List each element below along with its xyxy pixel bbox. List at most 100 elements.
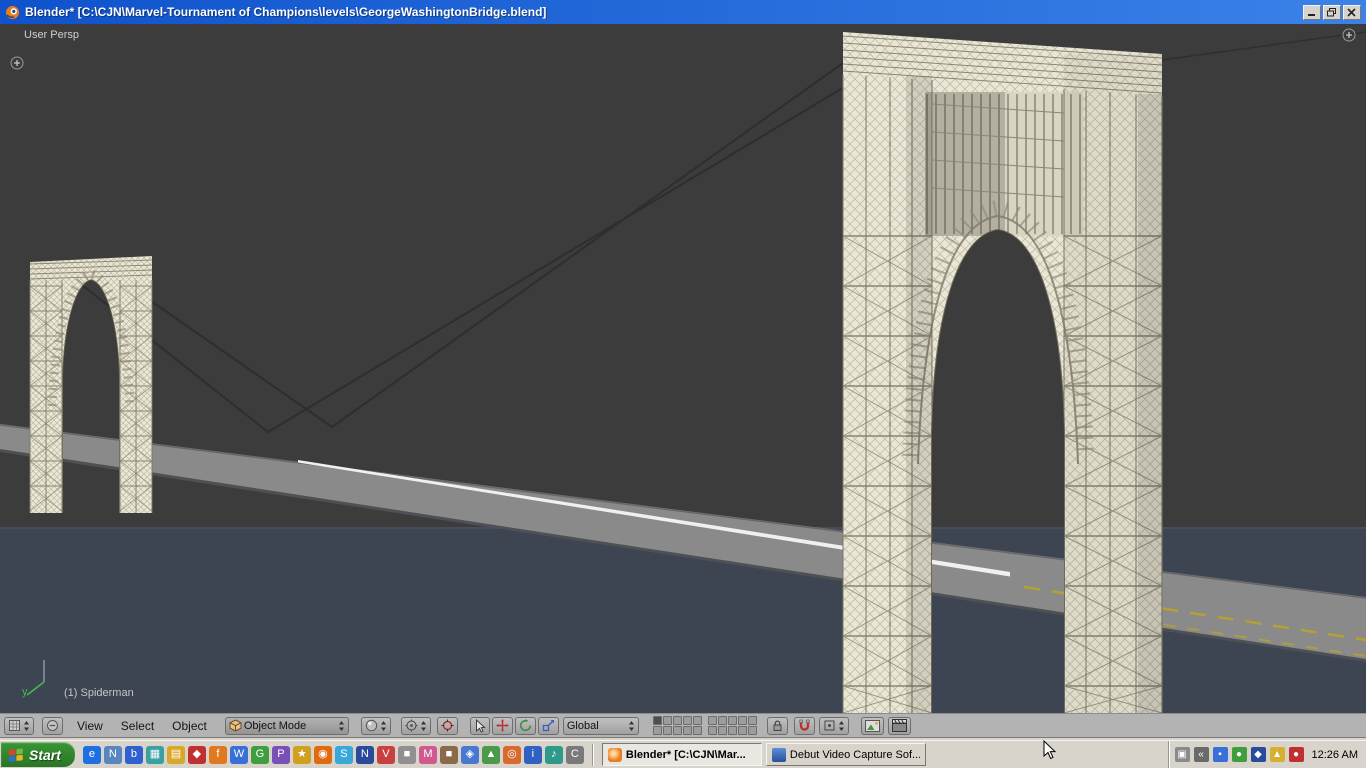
menu-select[interactable]: Select bbox=[119, 719, 156, 733]
bridge-tower-far[interactable] bbox=[29, 256, 153, 513]
rotate-icon bbox=[519, 719, 531, 732]
layer-toggle[interactable] bbox=[672, 726, 682, 735]
quicklaunch-icon[interactable]: N bbox=[355, 745, 374, 764]
manipulator-pointer-button[interactable] bbox=[469, 716, 490, 735]
start-button[interactable]: Start bbox=[1, 742, 75, 767]
quicklaunch-icon[interactable]: ◆ bbox=[187, 745, 206, 764]
quicklaunch-icon[interactable]: ◈ bbox=[460, 745, 479, 764]
pin-icon bbox=[47, 720, 58, 731]
taskbar-task-debut[interactable]: Debut Video Capture Sof... bbox=[765, 743, 926, 766]
tray-icons: ▣ «▪ ● ◆ ▲ ● bbox=[1174, 747, 1304, 762]
layer-toggle[interactable] bbox=[662, 716, 672, 725]
mode-dropdown[interactable]: Object Mode bbox=[224, 716, 349, 735]
menu-object[interactable]: Object bbox=[170, 719, 209, 733]
screen: Blender* [C:\CJN\Marvel-Tournament of Ch… bbox=[0, 0, 1366, 768]
window-title: Blender* [C:\CJN\Marvel-Tournament of Ch… bbox=[25, 5, 547, 19]
bridge-tower-near[interactable] bbox=[842, 32, 1163, 713]
quicklaunch-icon[interactable]: ▲ bbox=[481, 745, 500, 764]
tray-icon[interactable]: ● bbox=[1288, 747, 1304, 762]
scale-icon bbox=[542, 720, 554, 732]
shading-dropdown[interactable] bbox=[360, 716, 391, 735]
layer-toggle[interactable] bbox=[727, 726, 737, 735]
close-button[interactable] bbox=[1343, 4, 1361, 20]
layer-toggle[interactable] bbox=[707, 716, 717, 725]
task-label: Debut Video Capture Sof... bbox=[789, 748, 920, 761]
active-object-label: (1) Spiderman bbox=[64, 687, 134, 699]
pivot-dropdown[interactable] bbox=[400, 716, 431, 735]
quicklaunch-icon[interactable]: ◉ bbox=[313, 745, 332, 764]
layer-toggle[interactable] bbox=[692, 726, 702, 735]
axis-gizmo: y bbox=[14, 650, 60, 702]
snap-toggle-button[interactable] bbox=[793, 716, 815, 735]
quicklaunch-icon[interactable]: M bbox=[418, 745, 437, 764]
layer-toggle[interactable] bbox=[727, 716, 737, 725]
tray-icon[interactable]: « bbox=[1193, 747, 1209, 762]
layer-toggle[interactable] bbox=[652, 716, 662, 725]
quicklaunch-icon[interactable]: C bbox=[565, 745, 584, 764]
view-name-label: User Persp bbox=[24, 29, 80, 41]
tray-icon[interactable]: ▲ bbox=[1269, 747, 1285, 762]
quicklaunch-icon[interactable]: G bbox=[250, 745, 269, 764]
magnet-icon bbox=[799, 719, 810, 731]
3d-viewport[interactable]: User Persp y (1) Spiderman bbox=[0, 24, 1366, 713]
taskbar-task-blender[interactable]: Blender* [C:\CJN\Mar... bbox=[601, 743, 762, 766]
quicklaunch-icon[interactable]: f bbox=[208, 745, 227, 764]
layer-toggle[interactable] bbox=[747, 716, 757, 725]
quicklaunch-icon[interactable]: i bbox=[523, 745, 542, 764]
viewport-scene[interactable] bbox=[0, 24, 1366, 713]
properties-plus-icon[interactable] bbox=[1342, 28, 1356, 42]
window-titlebar[interactable]: Blender* [C:\CJN\Marvel-Tournament of Ch… bbox=[0, 0, 1366, 24]
snap-element-dropdown[interactable] bbox=[818, 716, 849, 735]
render-opengl-button[interactable] bbox=[860, 716, 884, 735]
layer-toggle[interactable] bbox=[707, 726, 717, 735]
layer-toggle[interactable] bbox=[672, 716, 682, 725]
layer-toggle[interactable] bbox=[747, 726, 757, 735]
maximize-button[interactable] bbox=[1323, 4, 1341, 20]
tray-icon[interactable]: ◆ bbox=[1250, 747, 1266, 762]
manipulator-scale-button[interactable] bbox=[537, 716, 559, 735]
orientation-dropdown[interactable]: Global bbox=[562, 716, 639, 735]
layer-toggle[interactable] bbox=[682, 716, 692, 725]
minimize-button[interactable] bbox=[1303, 4, 1321, 20]
editor-type-button[interactable] bbox=[4, 716, 34, 735]
quicklaunch-icon[interactable]: e bbox=[82, 745, 101, 764]
menu-view[interactable]: View bbox=[75, 719, 105, 733]
layer-toggle[interactable] bbox=[662, 726, 672, 735]
render-opengl-anim-button[interactable] bbox=[887, 716, 911, 735]
quicklaunch-icon[interactable]: V bbox=[376, 745, 395, 764]
quicklaunch-icon[interactable]: N bbox=[103, 745, 122, 764]
layer-toggle[interactable] bbox=[717, 726, 727, 735]
3d-cursor-icon bbox=[441, 719, 454, 732]
quicklaunch-icon[interactable]: ■ bbox=[397, 745, 416, 764]
manipulator-rotate-button[interactable] bbox=[514, 716, 536, 735]
cursor-tool-button[interactable] bbox=[436, 716, 458, 735]
layer-toggle[interactable] bbox=[682, 726, 692, 735]
quicklaunch-icon[interactable]: S bbox=[334, 745, 353, 764]
tray-icon[interactable]: ● bbox=[1231, 747, 1247, 762]
layer-toggle[interactable] bbox=[717, 716, 727, 725]
layer-toggle[interactable] bbox=[737, 726, 747, 735]
tray-icon[interactable]: ▪ bbox=[1212, 747, 1228, 762]
layer-toggle[interactable] bbox=[692, 716, 702, 725]
chevron-updown-icon bbox=[380, 720, 386, 731]
quicklaunch-icon[interactable]: ■ bbox=[439, 745, 458, 764]
chevron-updown-icon bbox=[24, 720, 29, 731]
quicklaunch-icon[interactable]: b bbox=[124, 745, 143, 764]
tray-icon[interactable]: ▣ bbox=[1174, 747, 1190, 762]
header-pin-button[interactable] bbox=[42, 716, 63, 735]
quicklaunch-icon[interactable]: P bbox=[271, 745, 290, 764]
lock-button[interactable] bbox=[766, 716, 788, 735]
manipulator-translate-button[interactable] bbox=[491, 716, 513, 735]
layer-toggle[interactable] bbox=[737, 716, 747, 725]
taskbar-separator bbox=[591, 743, 594, 766]
layer-toggle[interactable] bbox=[652, 726, 662, 735]
quicklaunch-icon[interactable]: ♪ bbox=[544, 745, 563, 764]
quicklaunch-icon[interactable]: ★ bbox=[292, 745, 311, 764]
quicklaunch-icon[interactable]: ▦ bbox=[145, 745, 164, 764]
tool-shelf-plus-icon[interactable] bbox=[10, 56, 24, 70]
quicklaunch-icon[interactable]: ▤ bbox=[166, 745, 185, 764]
quicklaunch-icon[interactable]: W bbox=[229, 745, 248, 764]
snap-element-icon bbox=[824, 720, 835, 731]
shading-sphere-icon bbox=[365, 719, 378, 732]
quicklaunch-icon[interactable]: ◎ bbox=[502, 745, 521, 764]
